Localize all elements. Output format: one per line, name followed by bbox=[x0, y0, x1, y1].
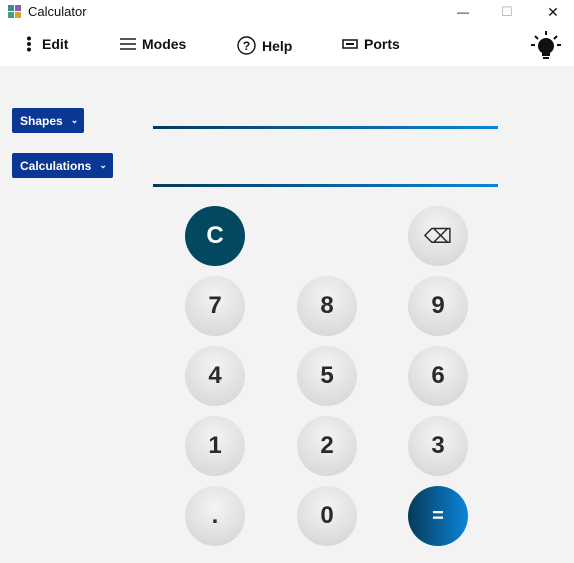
input-display[interactable] bbox=[153, 100, 498, 126]
key-1-label: 1 bbox=[208, 432, 222, 459]
equals-button[interactable]: = bbox=[408, 486, 468, 546]
maximize-icon: ☐ bbox=[501, 4, 513, 19]
key-7[interactable]: 7 bbox=[185, 276, 245, 336]
key-8[interactable]: 8 bbox=[297, 276, 357, 336]
key-0[interactable]: 0 bbox=[297, 486, 357, 546]
menu-help-label: Help bbox=[262, 37, 293, 54]
close-button[interactable]: ✕ bbox=[530, 0, 574, 24]
shapes-dropdown[interactable]: Shapes ⌄ bbox=[12, 108, 84, 133]
menu-edit-label: Edit bbox=[42, 36, 69, 52]
key-9[interactable]: 9 bbox=[408, 276, 468, 336]
key-9-label: 9 bbox=[431, 292, 445, 319]
key-5[interactable]: 5 bbox=[297, 346, 357, 406]
title-bar: Calculator — ☐ ✕ bbox=[0, 0, 574, 24]
clear-button[interactable]: C bbox=[185, 206, 245, 266]
backspace-button[interactable]: ⌫ bbox=[408, 206, 468, 266]
input-underline bbox=[153, 126, 498, 129]
backspace-icon: ⌫ bbox=[423, 225, 453, 248]
chevron-down-icon: ⌄ bbox=[99, 160, 107, 170]
key-0-label: 0 bbox=[320, 502, 334, 529]
clear-label: C bbox=[206, 222, 224, 249]
equals-label: = bbox=[432, 504, 444, 527]
key-5-label: 5 bbox=[320, 362, 334, 389]
question-circle-icon: ? bbox=[237, 36, 256, 55]
maximize-button[interactable]: ☐ bbox=[484, 0, 530, 24]
menu-bar: Edit Modes ? Help Ports bbox=[0, 24, 574, 66]
hamburger-icon bbox=[120, 38, 136, 50]
calculations-dropdown[interactable]: Calculations ⌄ bbox=[12, 153, 113, 178]
key-2-label: 2 bbox=[320, 432, 334, 459]
calculator-app-icon bbox=[8, 5, 21, 18]
minimize-icon: — bbox=[457, 5, 469, 19]
key-decimal[interactable]: . bbox=[185, 486, 245, 546]
shapes-dropdown-label: Shapes bbox=[20, 113, 63, 128]
menu-ports-label: Ports bbox=[364, 36, 400, 52]
menu-modes[interactable]: Modes bbox=[120, 36, 186, 52]
calculations-dropdown-label: Calculations bbox=[20, 158, 92, 173]
key-8-label: 8 bbox=[320, 292, 334, 319]
key-3[interactable]: 3 bbox=[408, 416, 468, 476]
port-icon bbox=[342, 39, 358, 49]
key-1[interactable]: 1 bbox=[185, 416, 245, 476]
minimize-button[interactable]: — bbox=[440, 0, 486, 24]
key-2[interactable]: 2 bbox=[297, 416, 357, 476]
menu-edit[interactable]: Edit bbox=[26, 36, 68, 52]
result-display bbox=[153, 158, 498, 184]
key-4-label: 4 bbox=[208, 362, 222, 389]
close-icon: ✕ bbox=[547, 3, 559, 20]
key-6[interactable]: 6 bbox=[408, 346, 468, 406]
key-4[interactable]: 4 bbox=[185, 346, 245, 406]
result-underline bbox=[153, 184, 498, 187]
key-6-label: 6 bbox=[431, 362, 445, 389]
menu-modes-label: Modes bbox=[142, 36, 187, 52]
menu-help[interactable]: ? Help bbox=[237, 36, 292, 55]
menu-ports[interactable]: Ports bbox=[342, 36, 400, 52]
lightbulb-icon[interactable] bbox=[530, 30, 562, 62]
vertical-dots-icon bbox=[26, 36, 32, 52]
window-title: Calculator bbox=[28, 4, 87, 19]
key-decimal-label: . bbox=[211, 502, 219, 529]
key-7-label: 7 bbox=[208, 292, 222, 319]
key-3-label: 3 bbox=[431, 432, 445, 459]
svg-text:?: ? bbox=[243, 39, 250, 53]
chevron-down-icon: ⌄ bbox=[70, 115, 79, 125]
